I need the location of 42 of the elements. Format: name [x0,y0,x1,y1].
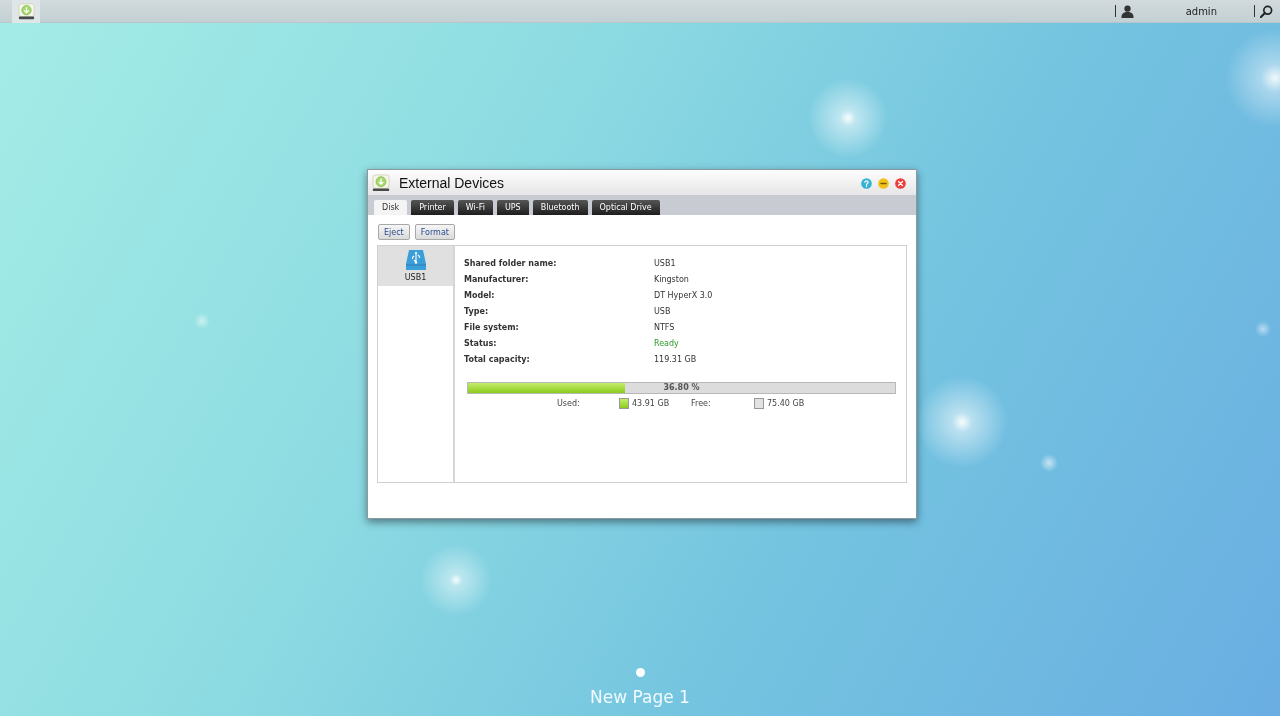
tab[interactable]: Wi-Fi [457,200,493,215]
used-label: Used: [557,398,581,408]
detail-label: Type: [464,306,490,316]
detail-value: NTFS [654,322,676,332]
detail-label: Status: [464,338,498,348]
detail-label: Total capacity: [464,354,531,364]
device-item[interactable]: USB1 [378,246,453,286]
app-launcher-button[interactable] [12,0,40,23]
drive-icon [372,173,390,192]
page-title: New Page 1 [590,687,690,707]
detail-value: DT HyperX 3.0 [654,290,714,300]
detail-label: Manufacturer: [464,274,530,284]
minimize-icon[interactable] [878,178,889,189]
usb-drive-icon [404,249,427,271]
detail-label: Shared folder name: [464,258,558,268]
detail-value: 119.31 GB [654,354,698,364]
detail-label: File system: [464,322,520,332]
tab[interactable]: UPS [496,200,529,215]
detail-value: Kingston [654,274,690,284]
page-dot-icon[interactable] [635,668,645,677]
usage-percent: 36.80 % [662,383,701,393]
device-label: USB1 [404,273,427,282]
drive-icon [17,2,35,20]
detail-value: USB [654,306,672,316]
tab[interactable]: Printer [411,200,454,215]
search-icon[interactable] [1260,4,1273,18]
tab[interactable]: Disk [374,200,408,215]
free-value: 75.40 GB [767,398,806,408]
tab[interactable]: Optical Drive [591,200,660,215]
close-icon[interactable] [895,178,906,189]
detail-label: Model: [464,290,496,300]
detail-value: Ready [654,338,680,348]
username-label[interactable]: admin [1185,5,1217,17]
detail-value: USB1 [654,258,677,268]
used-swatch-icon [619,397,629,409]
tab[interactable]: Bluetooth [532,200,588,215]
free-label: Free: [691,398,712,408]
user-icon[interactable] [1120,4,1134,18]
window-title: External Devices [399,174,505,191]
free-swatch-icon [754,397,764,409]
toolbar-button[interactable]: Format [414,224,455,240]
toolbar-button[interactable]: Eject [378,224,410,240]
